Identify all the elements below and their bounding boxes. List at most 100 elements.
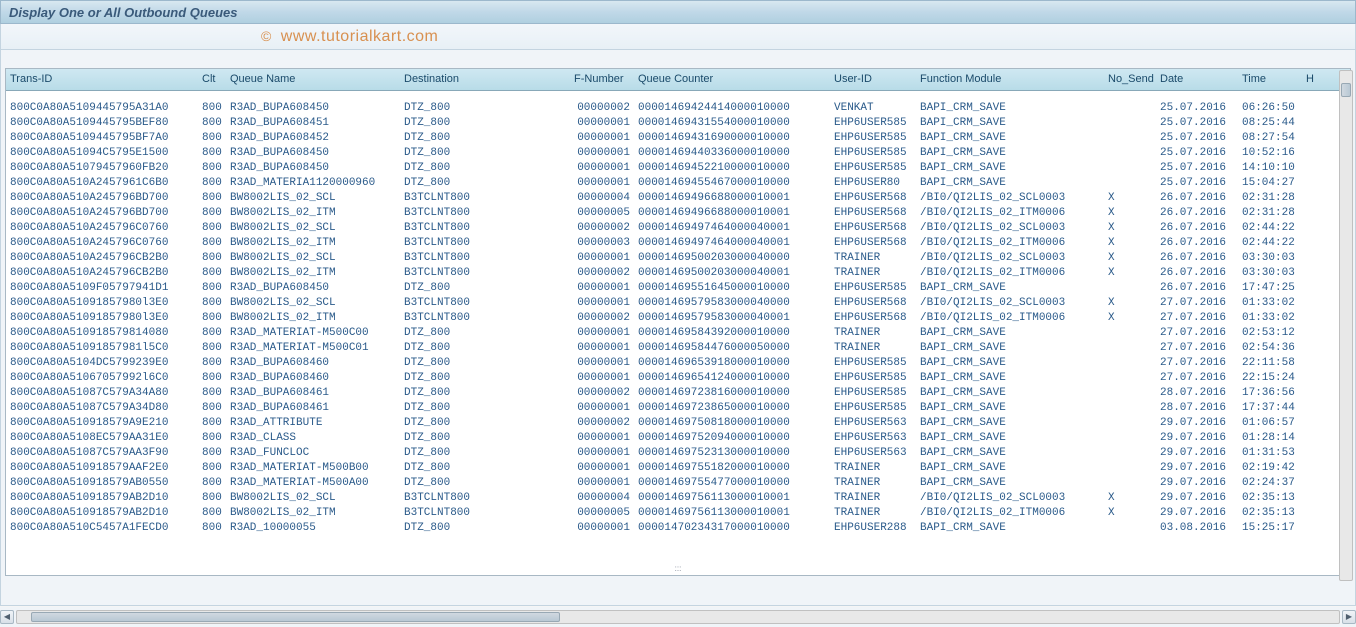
col-queue-name[interactable]: Queue Name	[226, 69, 400, 90]
cell-user: EHP6USER585	[830, 131, 916, 146]
cell-time: 22:11:58	[1238, 356, 1302, 371]
scrollbar-vertical[interactable]	[1339, 70, 1353, 581]
table-row[interactable]: 800C0A80A510A245796BD700800BW8002LIS_02_…	[6, 206, 1350, 221]
cell-trans: 800C0A80A510918579AB2D10	[6, 491, 198, 506]
table-row[interactable]: 800C0A80A5109445795A31A0800R3AD_BUPA6084…	[6, 101, 1350, 116]
cell-fnum: 00000004	[570, 191, 634, 206]
cell-nosend	[1104, 131, 1156, 146]
table-row[interactable]: 800C0A80A510918579AB0550800R3AD_MATERIAT…	[6, 476, 1350, 491]
col-queue-counter[interactable]: Queue Counter	[634, 69, 830, 90]
table-row[interactable]: 800C0A80A5104DC5799239E0800R3AD_BUPA6084…	[6, 356, 1350, 371]
cell-clt: 800	[198, 401, 226, 416]
col-destination[interactable]: Destination	[400, 69, 570, 90]
table-row[interactable]: 800C0A80A510A245796C0760800BW8002LIS_02_…	[6, 236, 1350, 251]
col-clt[interactable]: Clt	[198, 69, 226, 90]
table-row[interactable]: 800C0A80A51094C5795E1500800R3AD_BUPA6084…	[6, 146, 1350, 161]
resize-handle-icon[interactable]: :::	[675, 564, 682, 573]
table-row[interactable]: 800C0A80A510C5457A1FECD0800R3AD_10000055…	[6, 521, 1350, 536]
scroll-right-icon[interactable]: ▶	[1342, 610, 1356, 624]
table-row[interactable]: 800C0A80A51091857981l5C0800R3AD_MATERIAT…	[6, 341, 1350, 356]
col-trans-id[interactable]: Trans-ID	[6, 69, 198, 90]
cell-fnum: 00000002	[570, 221, 634, 236]
table-row[interactable]: 800C0A80A51087C579AA3F90800R3AD_FUNCLOCD…	[6, 446, 1350, 461]
cell-nosend: X	[1104, 296, 1156, 311]
table-row[interactable]: 800C0A80A51087C579A34D80800R3AD_BUPA6084…	[6, 401, 1350, 416]
cell-date: 03.08.2016	[1156, 521, 1238, 536]
col-time[interactable]: Time	[1238, 69, 1302, 90]
cell-fnum: 00000003	[570, 236, 634, 251]
cell-fnum: 00000001	[570, 521, 634, 536]
cell-trans: 800C0A80A5109445795A31A0	[6, 101, 198, 116]
table-row[interactable]: 800C0A80A51091857980l3E0800BW8002LIS_02_…	[6, 311, 1350, 326]
cell-fnum: 00000001	[570, 476, 634, 491]
cell-time: 02:35:13	[1238, 506, 1302, 521]
cell-func: BAPI_CRM_SAVE	[916, 281, 1104, 296]
table-row[interactable]: 800C0A80A510A245796BD700800BW8002LIS_02_…	[6, 191, 1350, 206]
col-no-send[interactable]: No_Send	[1104, 69, 1156, 90]
cell-trans: 800C0A80A510A245796BD700	[6, 191, 198, 206]
cell-trans: 800C0A80A5109F05797941D1	[6, 281, 198, 296]
cell-user: TRAINER	[830, 266, 916, 281]
table-row[interactable]: 800C0A80A5109445795BF7A0800R3AD_BUPA6084…	[6, 131, 1350, 146]
table-row[interactable]: 800C0A80A510918579AB2D10800BW8002LIS_02_…	[6, 491, 1350, 506]
col-f-number[interactable]: F-Number	[570, 69, 634, 90]
table-row[interactable]: 800C0A80A510918579AAF2E0800R3AD_MATERIAT…	[6, 461, 1350, 476]
cell-fnum: 00000001	[570, 461, 634, 476]
cell-func: /BI0/QI2LIS_02_ITM0006	[916, 506, 1104, 521]
table-row[interactable]: 800C0A80A5109445795BEF80800R3AD_BUPA6084…	[6, 116, 1350, 131]
col-date[interactable]: Date	[1156, 69, 1238, 90]
watermark-text: www.tutorialkart.com	[281, 28, 439, 45]
cell-qc: 00001469755182000010000	[634, 461, 830, 476]
table-row[interactable]: 800C0A80A51079457960FB20800R3AD_BUPA6084…	[6, 161, 1350, 176]
cell-queue: BW8002LIS_02_ITM	[226, 206, 400, 221]
table-row[interactable]: 800C0A80A510918579AB2D10800BW8002LIS_02_…	[6, 506, 1350, 521]
cell-dest: DTZ_800	[400, 521, 570, 536]
scroll-left-icon[interactable]: ◀	[0, 610, 14, 624]
table-row[interactable]: 800C0A80A51091857980l3E0800BW8002LIS_02_…	[6, 296, 1350, 311]
table-row[interactable]: 800C0A80A510A2457961C6B0800R3AD_MATERIA1…	[6, 176, 1350, 191]
cell-queue: R3AD_10000055	[226, 521, 400, 536]
cell-fnum: 00000001	[570, 176, 634, 191]
scrollbar-horizontal[interactable]	[16, 610, 1340, 624]
table-row[interactable]: 800C0A80A5109F05797941D1800R3AD_BUPA6084…	[6, 281, 1350, 296]
cell-func: /BI0/QI2LIS_02_ITM0006	[916, 206, 1104, 221]
cell-trans: 800C0A80A5109445795BEF80	[6, 116, 198, 131]
table-row[interactable]: 800C0A80A510A245796CB2B0800BW8002LIS_02_…	[6, 266, 1350, 281]
cell-func: BAPI_CRM_SAVE	[916, 116, 1104, 131]
cell-trans: 800C0A80A51079457960FB20	[6, 161, 198, 176]
cell-qc: 00001469452210000010000	[634, 161, 830, 176]
cell-nosend	[1104, 146, 1156, 161]
table-row[interactable]: 800C0A80A510A245796C0760800BW8002LIS_02_…	[6, 221, 1350, 236]
table-row[interactable]: 800C0A80A510A245796CB2B0800BW8002LIS_02_…	[6, 251, 1350, 266]
grid-body: 800C0A80A5109445795A31A0800R3AD_BUPA6084…	[6, 101, 1350, 536]
cell-qc: 00001469579583000040001	[634, 311, 830, 326]
cell-dest: DTZ_800	[400, 326, 570, 341]
table-row[interactable]: 800C0A80A51067057992l6C0800R3AD_BUPA6084…	[6, 371, 1350, 386]
col-function-module[interactable]: Function Module	[916, 69, 1104, 90]
scrollbar-horizontal-area: ◀ ▶	[0, 607, 1356, 627]
cell-user: EHP6USER288	[830, 521, 916, 536]
cell-nosend: X	[1104, 206, 1156, 221]
cell-time: 02:54:36	[1238, 341, 1302, 356]
cell-queue: R3AD_MATERIAT-M500A00	[226, 476, 400, 491]
table-row[interactable]: 800C0A80A5108EC579AA31E0800R3AD_CLASSDTZ…	[6, 431, 1350, 446]
table-row[interactable]: 800C0A80A510918579814080800R3AD_MATERIAT…	[6, 326, 1350, 341]
cell-user: VENKAT	[830, 101, 916, 116]
cell-fnum: 00000001	[570, 161, 634, 176]
cell-time: 02:35:13	[1238, 491, 1302, 506]
scrollbar-thumb-vertical[interactable]	[1341, 83, 1351, 97]
table-row[interactable]: 800C0A80A51087C579A34A80800R3AD_BUPA6084…	[6, 386, 1350, 401]
cell-trans: 800C0A80A51091857981l5C0	[6, 341, 198, 356]
cell-dest: DTZ_800	[400, 146, 570, 161]
col-user-id[interactable]: User-ID	[830, 69, 916, 90]
cell-qc: 00001469756113000010001	[634, 506, 830, 521]
cell-date: 26.07.2016	[1156, 191, 1238, 206]
cell-time: 15:04:27	[1238, 176, 1302, 191]
cell-func: /BI0/QI2LIS_02_SCL0003	[916, 251, 1104, 266]
cell-trans: 800C0A80A51087C579A34D80	[6, 401, 198, 416]
scrollbar-thumb-horizontal[interactable]	[31, 612, 560, 622]
col-h[interactable]: H	[1302, 69, 1314, 90]
cell-date: 28.07.2016	[1156, 386, 1238, 401]
cell-queue: R3AD_CLASS	[226, 431, 400, 446]
table-row[interactable]: 800C0A80A510918579A9E210800R3AD_ATTRIBUT…	[6, 416, 1350, 431]
